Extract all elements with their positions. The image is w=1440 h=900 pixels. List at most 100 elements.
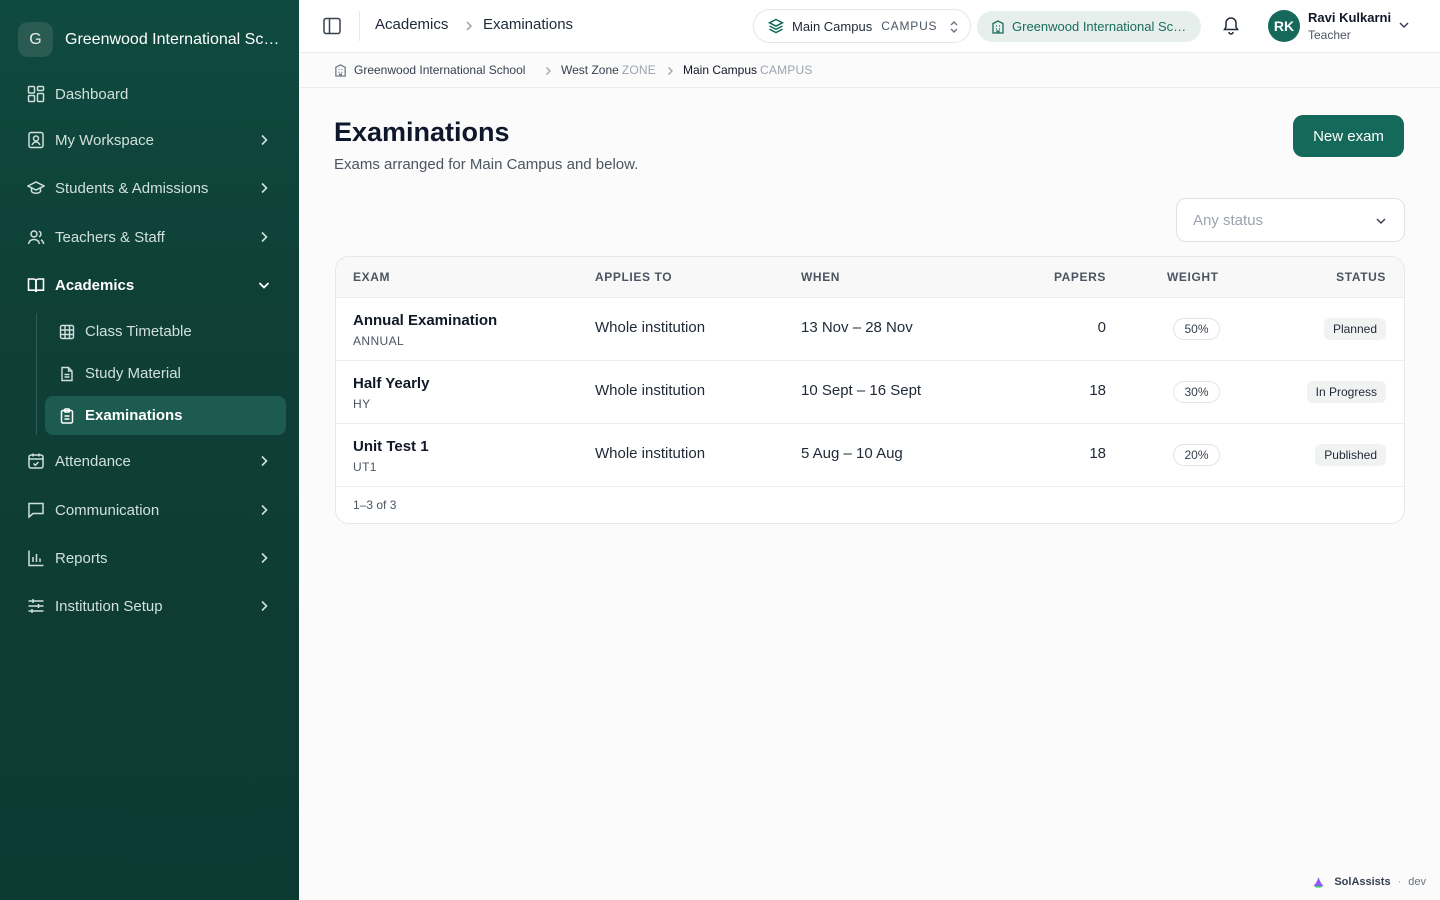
workspace-icon <box>26 130 46 150</box>
chevron-down-icon <box>258 282 270 289</box>
nav-item-workspace[interactable]: My Workspace <box>18 120 286 160</box>
breadcrumb-school[interactable]: Greenwood International School <box>354 63 525 77</box>
weight-badge: 20% <box>1173 444 1220 466</box>
dashboard-icon <box>26 84 46 104</box>
column-header-applies-to[interactable]: APPLIES TO <box>595 270 672 284</box>
nav-label: My Workspace <box>55 131 154 149</box>
nav-item-teachers[interactable]: Teachers & Staff <box>18 217 286 257</box>
new-exam-button[interactable]: New exam <box>1293 115 1404 157</box>
breadcrumb-zone-level: ZONE <box>621 63 656 77</box>
chevron-right-icon <box>466 21 473 31</box>
page-title: Examinations <box>334 117 510 147</box>
chevron-right-icon <box>261 182 268 194</box>
sidebar-subitem-examinations[interactable]: Examinations <box>45 396 286 435</box>
user-name: Ravi Kulkarni <box>1308 10 1392 25</box>
nav-label: Academics <box>55 276 135 294</box>
table-row[interactable]: Annual Examination ANNUAL Whole institut… <box>336 298 1404 361</box>
chevron-updown-icon <box>950 21 958 33</box>
column-header-status[interactable]: STATUS <box>1336 270 1386 284</box>
chevron-right-icon <box>261 552 268 564</box>
breadcrumb: Greenwood International School West Zone… <box>299 53 1440 88</box>
page-subtitle: Exams arranged for Main Campus and below… <box>334 156 639 173</box>
exam-applies-to: Whole institution <box>595 382 706 399</box>
column-header-weight[interactable]: WEIGHT <box>1167 270 1219 284</box>
table-row[interactable]: Unit Test 1 UT1 Whole institution 5 Aug … <box>336 424 1404 487</box>
sidebar-subitem-label: Class Timetable <box>85 323 192 340</box>
topbar-crumb-academics[interactable]: Academics <box>375 16 448 33</box>
school-selector[interactable]: Greenwood International School <box>977 11 1201 42</box>
exam-when: 10 Sept – 16 Sept <box>801 382 922 399</box>
nav-item-communication[interactable]: Communication <box>18 490 286 530</box>
brand-logo-icon <box>1313 877 1325 888</box>
weight-badge: 50% <box>1173 318 1220 340</box>
nav-label: Teachers & Staff <box>55 228 165 246</box>
table-header: EXAM APPLIES TO WHEN PAPERS WEIGHT STATU… <box>336 257 1404 298</box>
exam-papers: 18 <box>1089 445 1106 462</box>
column-header-when[interactable]: WHEN <box>801 270 840 284</box>
status-badge: Published <box>1315 444 1386 466</box>
sliders-icon <box>26 596 46 616</box>
sidebar: G Greenwood International School Dashboa… <box>0 0 299 900</box>
bell-icon[interactable] <box>1221 15 1241 35</box>
footer-brand: SolAssists · dev <box>1311 874 1426 889</box>
school-name: Greenwood International School <box>1012 19 1190 34</box>
status-badge: In Progress <box>1306 381 1386 403</box>
breadcrumb-campus-level: CAMPUS <box>760 63 813 77</box>
brand-logo: G <box>18 22 53 57</box>
exam-applies-to: Whole institution <box>595 319 706 336</box>
nav-item-academics[interactable]: Academics <box>18 265 286 305</box>
table-row[interactable]: Half Yearly HY Whole institution 10 Sept… <box>336 361 1404 424</box>
exam-name[interactable]: Annual Examination <box>353 312 497 329</box>
exam-applies-to: Whole institution <box>595 445 706 462</box>
exam-code: ANNUAL <box>353 334 405 348</box>
chevron-right-icon <box>261 504 268 516</box>
exam-name[interactable]: Unit Test 1 <box>353 438 429 455</box>
brand[interactable]: G Greenwood International School <box>18 22 285 57</box>
column-header-exam[interactable]: EXAM <box>353 270 390 284</box>
chevron-right-icon <box>546 67 551 75</box>
sidebar-toggle-icon[interactable] <box>321 15 343 37</box>
chevron-right-icon <box>261 600 268 612</box>
status-filter-select[interactable]: Any status <box>1176 198 1405 242</box>
breadcrumb-campus: Main Campus CAMPUS <box>683 63 813 77</box>
nav-item-students[interactable]: Students & Admissions <box>18 168 286 208</box>
exam-code: HY <box>353 397 371 411</box>
nav-item-reports[interactable]: Reports <box>18 538 286 578</box>
column-header-papers[interactable]: PAPERS <box>1054 270 1106 284</box>
topbar-divider <box>359 11 360 41</box>
building-icon <box>335 64 346 77</box>
exam-papers: 0 <box>1097 319 1106 336</box>
sidebar-subitem-study-material[interactable]: Study Material <box>45 354 286 393</box>
user-role: Teacher <box>1308 28 1351 42</box>
chevron-right-icon <box>261 134 268 146</box>
breadcrumb-zone[interactable]: West Zone ZONE <box>561 63 656 77</box>
campus-name: Main Campus <box>792 18 873 34</box>
exam-papers: 18 <box>1089 382 1106 399</box>
calendar-icon <box>26 451 46 471</box>
graduation-cap-icon <box>26 178 46 198</box>
avatar[interactable]: RK <box>1268 10 1300 42</box>
pagination-summary: 1–3 of 3 <box>353 498 397 512</box>
exams-table: EXAM APPLIES TO WHEN PAPERS WEIGHT STATU… <box>335 256 1405 524</box>
sidebar-subitem-class-timetable[interactable]: Class Timetable <box>45 312 286 351</box>
nav-label: Dashboard <box>55 85 129 103</box>
nav-label: Students & Admissions <box>55 179 209 197</box>
brand-name: Greenwood International School <box>65 30 285 48</box>
nav-item-institution-setup[interactable]: Institution Setup <box>18 586 286 626</box>
exam-when: 13 Nov – 28 Nov <box>801 319 913 336</box>
chevron-down-icon <box>1376 218 1386 225</box>
bar-chart-icon <box>26 548 46 568</box>
nav-item-attendance[interactable]: Attendance <box>18 441 286 481</box>
breadcrumb-zone-name: West Zone <box>561 63 619 77</box>
layers-icon <box>768 18 784 34</box>
status-filter-placeholder: Any status <box>1193 212 1264 229</box>
exam-name[interactable]: Half Yearly <box>353 375 429 392</box>
footer-brand-name: SolAssists <box>1334 875 1391 888</box>
topbar: Academics Examinations Main Campus CAMPU… <box>299 0 1440 53</box>
chevron-down-icon[interactable] <box>1397 18 1411 32</box>
exam-code: UT1 <box>353 460 377 474</box>
clipboard-icon <box>58 407 76 425</box>
nav-label: Attendance <box>55 452 131 470</box>
campus-selector[interactable]: Main Campus CAMPUS <box>753 9 971 43</box>
nav-item-dashboard[interactable]: Dashboard <box>18 74 286 114</box>
